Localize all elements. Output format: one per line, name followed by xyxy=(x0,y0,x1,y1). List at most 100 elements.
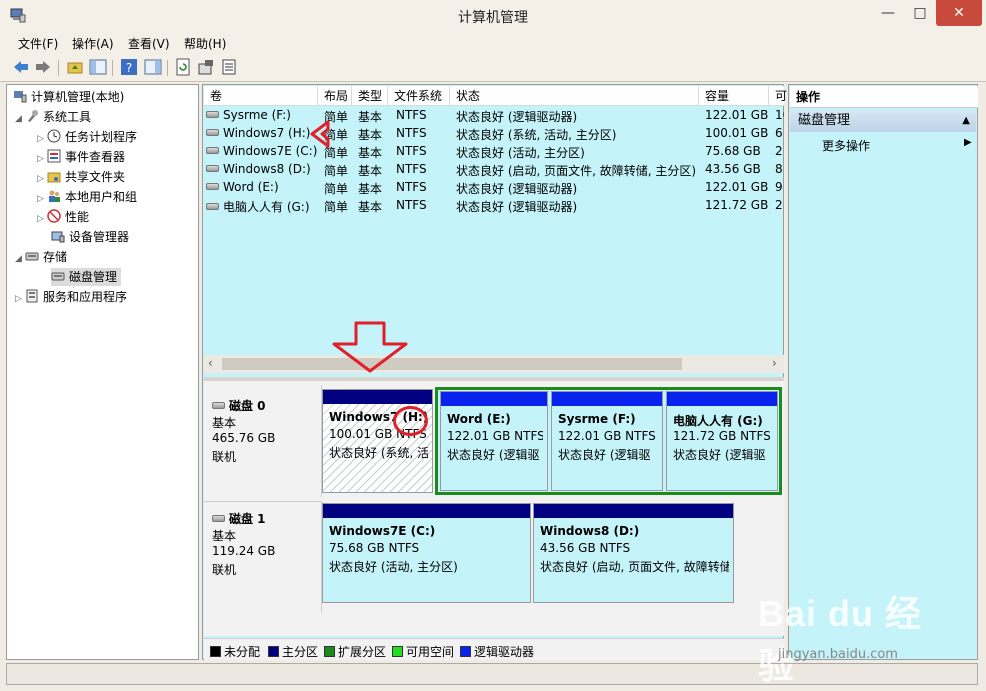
forward-arrow-icon[interactable] xyxy=(34,58,52,76)
tree-item-disk-management[interactable]: 磁盘管理 xyxy=(51,268,122,286)
volume-list-header: 卷 布局 类型 文件系统 状态 容量 可 xyxy=(204,86,787,106)
menu-help[interactable]: 帮助(H) xyxy=(184,35,226,52)
submenu-arrow-icon[interactable]: ▶ xyxy=(964,137,972,148)
tree-item-root[interactable]: 计算机管理(本地) xyxy=(13,88,124,106)
window-title: 计算机管理 xyxy=(458,10,528,26)
tools-icon xyxy=(28,110,38,122)
column-header-type[interactable]: 类型 xyxy=(352,86,388,106)
show-hide-tree-icon[interactable] xyxy=(89,58,107,76)
cell-filesystem: NTFS xyxy=(396,126,427,140)
scrollbar-thumb[interactable] xyxy=(222,358,682,370)
partition-title: Windows7E (C:) xyxy=(329,524,436,538)
tree-item-local-users[interactable]: ▷ 本地用户和组 xyxy=(37,188,137,206)
tree-item-task-scheduler[interactable]: ▷ 任务计划程序 xyxy=(37,128,137,146)
back-arrow-icon[interactable] xyxy=(12,58,30,76)
expand-arrow-icon[interactable]: ▷ xyxy=(15,294,25,304)
tree-item-services-apps[interactable]: ▷ 服务和应用程序 xyxy=(15,288,127,306)
horizontal-scrollbar[interactable]: ‹ › xyxy=(204,355,784,373)
title-bar: 计算机管理 — □ ✕ xyxy=(0,0,986,32)
partition-status: 状态良好 (逻辑驱 xyxy=(447,448,540,462)
settings-icon[interactable] xyxy=(197,58,215,76)
cell-type: 基本 xyxy=(358,110,383,124)
tree-label-performance: 性能 xyxy=(65,210,90,224)
cell-free: 2 xyxy=(775,144,783,158)
help-icon[interactable]: ? xyxy=(120,58,138,76)
table-row[interactable]: 电脑人人有 (G:) 简单 基本 NTFS 状态良好 (逻辑驱动器) 121.7… xyxy=(204,197,784,215)
scroll-left-icon[interactable]: ‹ xyxy=(208,356,213,370)
menu-view[interactable]: 查看(V) xyxy=(128,35,170,52)
collapse-triangle-icon[interactable]: ▲ xyxy=(962,110,970,132)
actions-group-label: 磁盘管理 xyxy=(798,113,851,128)
cell-filesystem: NTFS xyxy=(396,198,427,212)
expand-arrow-icon[interactable]: ▷ xyxy=(37,154,47,164)
users-icon xyxy=(49,190,60,202)
scroll-right-icon[interactable]: › xyxy=(772,356,777,370)
table-row[interactable]: Sysrme (F:) 简单 基本 NTFS 状态良好 (逻辑驱动器) 122.… xyxy=(204,107,784,125)
close-button[interactable]: ✕ xyxy=(936,0,982,26)
expand-arrow-icon[interactable]: ▷ xyxy=(37,134,47,144)
disk-name: 磁盘 1 xyxy=(229,512,266,526)
tree-item-storage[interactable]: ◢ 存储 xyxy=(15,248,67,266)
expand-arrow-icon[interactable]: ▷ xyxy=(37,194,47,204)
red-highlight-circle xyxy=(393,406,428,436)
column-header-status[interactable]: 状态 xyxy=(450,86,699,106)
partition-sysrme-f[interactable]: Sysrme (F:) 122.01 GB NTFS 状态良好 (逻辑驱 xyxy=(551,391,663,491)
partition-windows7-h[interactable]: Windows7 (H:) 100.01 GB NTFS 状态良好 (系统, 活 xyxy=(322,389,433,493)
expand-arrow-icon[interactable]: ▷ xyxy=(37,214,47,224)
tree-label-task-scheduler: 任务计划程序 xyxy=(65,130,138,144)
cell-layout: 简单 xyxy=(324,200,349,214)
tree-label-shared-folders: 共享文件夹 xyxy=(65,170,126,184)
cell-status: 状态良好 (系统, 活动, 主分区) xyxy=(456,128,617,142)
performance-icon xyxy=(47,209,61,223)
cell-capacity: 100.01 GB xyxy=(705,126,769,140)
shared-folder-icon xyxy=(47,172,61,183)
actions-group-disk-management[interactable]: 磁盘管理 ▲ xyxy=(790,110,976,132)
refresh-icon[interactable] xyxy=(174,58,192,76)
disk-icon xyxy=(212,402,225,409)
column-header-filesystem[interactable]: 文件系统 xyxy=(388,86,450,106)
table-row[interactable]: Windows7 (H:) 简单 基本 NTFS 状态良好 (系统, 活动, 主… xyxy=(204,125,784,143)
partition-windows8-d[interactable]: Windows8 (D:) 43.56 GB NTFS 状态良好 (启动, 页面… xyxy=(533,503,734,603)
menu-bar: 文件(F) 操作(A) 查看(V) 帮助(H) xyxy=(0,32,986,54)
up-folder-icon[interactable] xyxy=(66,58,84,76)
maximize-button[interactable]: □ xyxy=(905,0,935,26)
disk-1-label[interactable]: 磁盘 1 基本 119.24 GB 联机 xyxy=(204,501,322,613)
minimize-button[interactable]: — xyxy=(873,0,903,26)
menu-file[interactable]: 文件(F) xyxy=(18,35,58,52)
disk-0-label[interactable]: 磁盘 0 基本 465.76 GB 联机 xyxy=(204,385,322,497)
cell-volume: Windows7E (C:) xyxy=(223,144,318,158)
actions-pane: 操作 磁盘管理 ▲ 更多操作 ▶ xyxy=(788,84,978,660)
drive-icon xyxy=(206,165,219,172)
properties-pane-icon[interactable] xyxy=(144,58,162,76)
table-row[interactable]: Word (E:) 简单 基本 NTFS 状态良好 (逻辑驱动器) 122.01… xyxy=(204,179,784,197)
tree-item-system-tools[interactable]: ◢ 系统工具 xyxy=(15,108,91,126)
column-header-layout[interactable]: 布局 xyxy=(318,86,352,106)
table-row[interactable]: Windows7E (C:) 简单 基本 NTFS 状态良好 (活动, 主分区)… xyxy=(204,143,784,161)
menu-action[interactable]: 操作(A) xyxy=(72,35,114,52)
cell-status: 状态良好 (启动, 页面文件, 故障转储, 主分区) xyxy=(456,164,697,178)
more-actions-link[interactable]: 更多操作 xyxy=(822,137,870,154)
column-header-volume[interactable]: 卷 xyxy=(204,86,318,106)
collapse-arrow-icon[interactable]: ◢ xyxy=(15,254,25,264)
cell-status: 状态良好 (逻辑驱动器) xyxy=(456,200,578,214)
partition-g[interactable]: 电脑人人有 (G:) 121.72 GB NTFS 状态良好 (逻辑驱 xyxy=(666,391,778,491)
legend: 未分配 主分区 扩展分区 可用空间 逻辑驱动器 xyxy=(204,638,784,660)
cell-layout: 简单 xyxy=(324,182,349,196)
drive-icon xyxy=(206,129,219,136)
expand-arrow-icon[interactable]: ▷ xyxy=(37,174,47,184)
column-header-capacity[interactable]: 容量 xyxy=(699,86,769,106)
tree-item-event-viewer[interactable]: ▷ 事件查看器 xyxy=(37,148,125,166)
tree-item-performance[interactable]: ▷ 性能 xyxy=(37,208,89,226)
tree-item-device-manager[interactable]: 设备管理器 xyxy=(51,228,129,246)
cell-layout: 简单 xyxy=(324,164,349,178)
tree-label-device-manager: 设备管理器 xyxy=(69,230,130,244)
partition-word-e[interactable]: Word (E:) 122.01 GB NTFS 状态良好 (逻辑驱 xyxy=(440,391,548,491)
tree-item-shared-folders[interactable]: ▷ 共享文件夹 xyxy=(37,168,125,186)
partition-status: 状态良好 (启动, 页面文件, 故障转储 xyxy=(540,560,729,574)
export-list-icon[interactable] xyxy=(220,58,238,76)
cell-free: 6 xyxy=(775,126,783,140)
column-header-free[interactable]: 可 xyxy=(769,86,787,106)
partition-windows7e-c[interactable]: Windows7E (C:) 75.68 GB NTFS 状态良好 (活动, 主… xyxy=(322,503,531,603)
table-row[interactable]: Windows8 (D:) 简单 基本 NTFS 状态良好 (启动, 页面文件,… xyxy=(204,161,784,179)
collapse-arrow-icon[interactable]: ◢ xyxy=(15,114,25,124)
